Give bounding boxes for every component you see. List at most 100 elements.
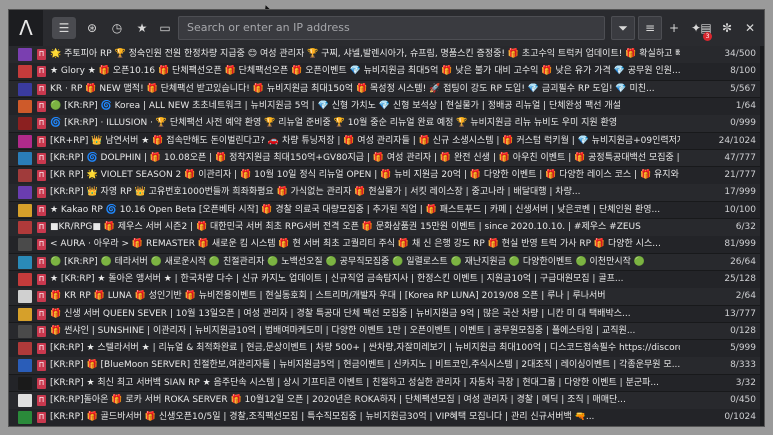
server-icon	[18, 82, 32, 96]
server-type-icon: Π	[37, 204, 46, 216]
server-row[interactable]: Π 🎁 KR RP 🎁 LUNA 🎁 성인기반 🎁 뉴비전용이벤트 | 현실동호회…	[9, 288, 764, 306]
server-icon	[18, 255, 32, 269]
server-row[interactable]: Π [KR:RP] ★ 최신 최고 서버백 SIAN RP ★ 음주단속 시스템 …	[9, 374, 764, 393]
server-row[interactable]: Π [KR:RP] 🌀 DOLPHIN | 🎁 10.08오픈 | 🎁 정착지원금…	[9, 149, 764, 168]
server-list: Π 🌟 주토피아 RP 🏆 정숙인원 전원 한정차량 지급중 😊 여성 관리자 🏆…	[9, 46, 764, 426]
player-count: 2/64	[735, 291, 756, 302]
server-type-icon: Π	[37, 256, 46, 268]
server-name: ■KR/RPG■ 🎁 제우스 서버 시즌2 | 🎁 대한민국 서버 최초 RPG…	[50, 222, 641, 232]
server-type-icon: Π	[37, 273, 46, 285]
server-row[interactable]: Π 🌟 주토피아 RP 🏆 정숙인원 전원 한정차량 지급중 😊 여성 관리자 🏆…	[9, 46, 764, 64]
player-count: 0/450	[730, 395, 756, 405]
player-count: 3/32	[735, 377, 756, 388]
server-icon	[18, 48, 32, 61]
server-icon	[18, 290, 32, 304]
server-row[interactable]: Π < AURA · 아우라 > 🎁 REMASTER 🎁 새로운 킴 시스템 🎁…	[9, 236, 764, 254]
add-server-icon[interactable]: +	[663, 16, 685, 40]
player-count: 24/1024	[718, 135, 756, 146]
server-type-icon: Π	[37, 66, 46, 78]
favorites-tab-icon[interactable]: ⊛	[80, 17, 104, 39]
server-name: ★ Glory ★ 🎁 오픈10.16 🎁 단체팩선오픈 🎁 단체팩선오픈 🎁 …	[50, 66, 680, 77]
server-row[interactable]: Π [KR+RP] 👑 남연서버 ★ 🎁 접속만해도 돈이벌린다고? 🚗 차량 튜…	[9, 132, 764, 151]
server-name: [KR:RP]돌아온 🎁 로카 서버 ROKA SERVER 🎁 10월12일 …	[50, 395, 626, 405]
server-name: [KR:RP] 👑 자영 RP 👑 고유번호1000번들까 희좌화평요 🎁 가식…	[50, 187, 581, 198]
history-tab-icon[interactable]: ◷	[105, 17, 129, 39]
server-type-icon: Π	[37, 325, 46, 337]
server-type-icon: Π	[37, 222, 46, 233]
server-icon	[18, 134, 32, 148]
server-icon	[18, 238, 32, 252]
server-type-icon: Π	[37, 360, 46, 372]
settings-icon[interactable]: ✼	[716, 16, 738, 40]
filter-icon[interactable]: ⏷	[611, 16, 635, 40]
server-row[interactable]: Π [KR:RP] 🎁 [BlueMoon SERVER] 친절한보,여관리자들 …	[9, 357, 764, 376]
server-row[interactable]: Π ★ Kakao RP 🌀 10.16 Open Beta [오픈베타 시작] …	[9, 201, 764, 220]
server-name: ★ [KR:RP] ★ 돌아온 앵서버 ★ | 한국차량 다수 | 신규 카지노…	[50, 273, 624, 284]
server-name: 🟢 [KR:RP] 🟢 테라서버 🟢 새로운시작 🟢 친절관리자 🟢 노백선오질…	[50, 256, 645, 267]
app-logo: Λ	[9, 10, 43, 46]
player-count: 5/999	[730, 343, 756, 354]
server-name: [KR+RP] 👑 남연서버 ★ 🎁 접속만해도 돈이벌린다고? 🚗 차량 튜닝…	[50, 135, 680, 146]
server-name: 🎁 신생 서버 QUEEN SEVER | 10월 13일오픈 | 여성 관리자…	[50, 308, 631, 319]
server-name: [KR:RP] ★ 최신 최고 서버백 SIAN RP ★ 음주단속 시스템 |…	[50, 377, 659, 388]
server-row[interactable]: Π KR · RP 🎁 NEW 맵적! 🎁 단체팩선 받고있습니다! 🎁 뉴비지원…	[9, 80, 764, 99]
server-type-icon: Π	[37, 377, 46, 389]
server-row[interactable]: Π ★ [KR:RP] ★ 돌아온 앵서버 ★ | 한국차량 다수 | 신규 카지…	[9, 270, 764, 289]
server-name: 🎁 썬샤인 | SUNSHINE | 이관리자 | 뉴비지원금10억 | 법배여…	[50, 325, 636, 336]
notification-count-badge: 3	[703, 32, 712, 41]
server-row[interactable]: Π [KR:RP] 👑 자영 RP 👑 고유번호1000번들까 희좌화평요 🎁 가…	[9, 184, 764, 203]
server-row[interactable]: Π 🎁 썬샤인 | SUNSHINE | 이관리자 | 뉴비지원금10억 | 법배…	[9, 322, 764, 341]
sort-icon[interactable]: ≡	[638, 16, 662, 40]
player-count: 81/999	[724, 239, 756, 250]
server-row[interactable]: Π [KR:RP] ★ 스텔라서버 ★ | 리뉴얼 & 최적화완료 | 현금,문상…	[9, 340, 764, 358]
server-icon	[18, 411, 32, 425]
server-icon	[18, 272, 32, 286]
starred-tab-icon[interactable]: ★	[130, 17, 154, 39]
server-icon	[18, 117, 32, 131]
server-type-icon: Π	[37, 308, 46, 320]
server-type-icon: Π	[37, 412, 46, 424]
server-row[interactable]: Π ★ Glory ★ 🎁 오픈10.16 🎁 단체팩선오픈 🎁 단체팩선오픈 🎁…	[9, 63, 764, 81]
server-icon	[18, 324, 32, 338]
server-type-icon: Π	[37, 49, 46, 60]
server-icon	[18, 342, 32, 356]
server-row[interactable]: Π [KR RP] 🌟 VIOLET SEASON 2 🎁 이관리자 | 🎁 10…	[9, 167, 764, 185]
scrollbar[interactable]	[760, 46, 764, 426]
servers-tab-icon[interactable]: ☰	[52, 17, 76, 39]
server-row[interactable]: Π 🟢 [KR:RP] 🟢 테라서버 🟢 새로운시작 🟢 친절관리자 🟢 노백선오…	[9, 253, 764, 272]
search-input[interactable]: Search or enter an IP address	[178, 16, 605, 40]
player-count: 21/777	[724, 170, 756, 181]
server-row[interactable]: Π 🟢 [KR:RP] 🌀 Korea | ALL NEW 초초네트워크 | 뉴비…	[9, 97, 764, 116]
server-row[interactable]: Π [KR:RP] 🎁 골드바서버 🎁 신생오픈10/5일 | 경찰,조직팩선모집…	[9, 409, 764, 426]
server-type-icon: Π	[37, 152, 46, 164]
player-count: 34/500	[724, 49, 756, 59]
server-icon	[18, 186, 32, 200]
server-type-icon: Π	[37, 395, 46, 406]
server-name: [KR:RP] ★ 스텔라서버 ★ | 리뉴얼 & 최적화완료 | 현금,문상이…	[50, 343, 680, 354]
player-count: 26/64	[730, 256, 756, 267]
server-icon	[18, 376, 32, 390]
player-count: 5/567	[730, 83, 756, 94]
server-name: [KR RP] 🌟 VIOLET SEASON 2 🎁 이관리자 | 🎁 10월…	[50, 170, 680, 181]
server-name: [KR:RP] 🎁 [BlueMoon SERVER] 친절한보,여관리자들 |…	[50, 360, 680, 371]
server-icon	[18, 307, 32, 321]
server-name: [KR:RP] 🌀 DOLPHIN | 🎁 10.08오픈 | 🎁 정착지원금 …	[50, 152, 680, 163]
server-icon	[18, 359, 32, 373]
server-name: 🎁 KR RP 🎁 LUNA 🎁 성인기반 🎁 뉴비전용이벤트 | 현실동호회 …	[50, 291, 606, 302]
server-icon	[18, 394, 32, 407]
server-row[interactable]: Π ■KR/RPG■ 🎁 제우스 서버 시즌2 | 🎁 대한민국 서버 최초 RP…	[9, 219, 764, 237]
server-row[interactable]: Π [KR:RP]돌아온 🎁 로카 서버 ROKA SERVER 🎁 10월12일…	[9, 392, 764, 410]
player-count: 6/32	[735, 222, 756, 232]
server-row[interactable]: Π 🌀 [KR:RP] · ILLUSION · 🏆 단체팩선 사전 예약 환영 …	[9, 115, 764, 133]
server-icon	[18, 151, 32, 165]
close-icon[interactable]: ✕	[739, 16, 761, 40]
server-row[interactable]: Π 🎁 신생 서버 QUEEN SEVER | 10월 13일오픈 | 여성 관리…	[9, 305, 764, 324]
server-type-icon: Π	[37, 135, 46, 147]
player-count: 0/128	[730, 325, 756, 336]
player-count: 10/100	[724, 204, 756, 215]
server-name: 🌟 주토피아 RP 🏆 정숙인원 전원 한정차량 지급중 😊 여성 관리자 🏆 …	[50, 49, 680, 59]
player-count: 13/777	[724, 308, 756, 319]
server-type-icon: Π	[37, 83, 46, 95]
server-icon	[18, 99, 32, 113]
lan-tab-icon[interactable]: ▭	[153, 17, 177, 39]
